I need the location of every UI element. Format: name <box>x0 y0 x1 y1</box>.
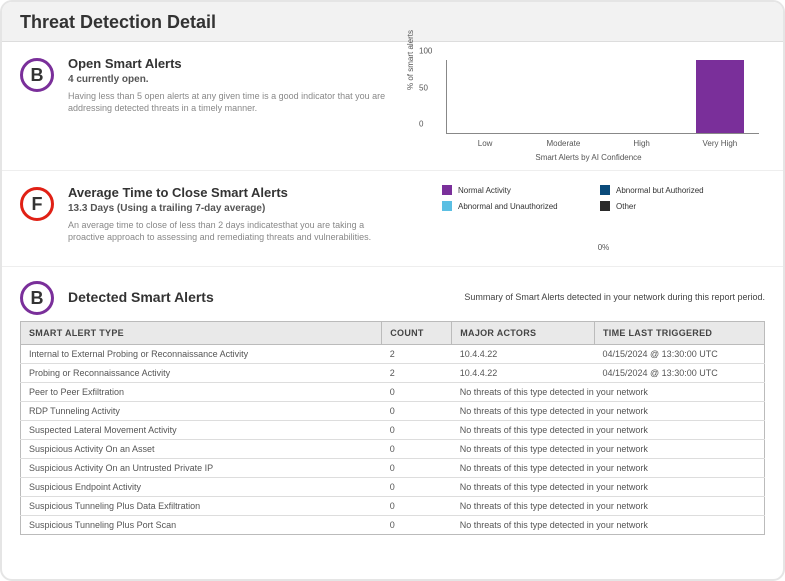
col-actors: MAJOR ACTORS <box>452 322 595 345</box>
chart-xlabel: Low <box>446 139 524 148</box>
table-row: Suspicious Tunneling Plus Data Exfiltrat… <box>21 497 765 516</box>
table-row: Internal to External Probing or Reconnai… <box>21 345 765 364</box>
legend-swatch <box>442 201 452 211</box>
legend-label: Normal Activity <box>458 186 511 195</box>
table-row: Peer to Peer Exfiltration0No threats of … <box>21 383 765 402</box>
chart-xlabel: Very High <box>681 139 759 148</box>
table-row: Probing or Reconnaissance Activity210.4.… <box>21 364 765 383</box>
page-header: Threat Detection Detail <box>2 2 783 42</box>
chart-xlabel: Moderate <box>524 139 602 148</box>
open-alerts-title: Open Smart Alerts <box>68 56 398 71</box>
grade-badge-open: B <box>20 58 54 92</box>
col-alert-type: SMART ALERT TYPE <box>21 322 382 345</box>
detected-alerts-summary: Summary of Smart Alerts detected in your… <box>464 292 765 302</box>
chart-ylabel: % of smart alerts <box>406 30 415 90</box>
detected-alerts-header: B Detected Smart Alerts Summary of Smart… <box>2 267 783 321</box>
legend-swatch <box>600 185 610 195</box>
table-row: Suspicious Endpoint Activity0No threats … <box>21 478 765 497</box>
table-row: Suspicious Tunneling Plus Port Scan0No t… <box>21 516 765 535</box>
activity-legend: Normal Activity Abnormal but Authorized Ab… <box>442 185 765 211</box>
chart-xlabel: High <box>603 139 681 148</box>
chart-title: Smart Alerts by AI Confidence <box>412 153 765 162</box>
legend-label: Other <box>616 202 636 211</box>
chart-ytick: 50 <box>419 83 428 92</box>
avg-close-desc: An average time to close of less than 2 … <box>68 220 398 243</box>
legend-item: Abnormal but Authorized <box>600 185 740 195</box>
table-row: Suspicious Activity On an Untrusted Priv… <box>21 459 765 478</box>
open-alerts-subtitle: 4 currently open. <box>68 74 398 85</box>
legend-label: Abnormal but Authorized <box>616 186 704 195</box>
chart-ytick: 100 <box>419 47 432 56</box>
legend-swatch <box>442 185 452 195</box>
detected-alerts-table: SMART ALERT TYPE COUNT MAJOR ACTORS TIME… <box>20 321 765 535</box>
page-title: Threat Detection Detail <box>20 12 765 33</box>
chart-bar <box>696 60 744 133</box>
open-alerts-section: B Open Smart Alerts 4 currently open. Ha… <box>2 42 783 171</box>
legend-label: Abnormal and Unauthorized <box>458 202 558 211</box>
confidence-bar-chart: % of smart alerts 050100 LowModerateHigh… <box>412 56 765 156</box>
grade-badge-avg: F <box>20 187 54 221</box>
legend-item: Abnormal and Unauthorized <box>442 201 582 211</box>
table-row: Suspicious Activity On an Asset0No threa… <box>21 440 765 459</box>
legend-item: Normal Activity <box>442 185 582 195</box>
col-count: COUNT <box>382 322 452 345</box>
detected-alerts-title: Detected Smart Alerts <box>68 289 214 305</box>
avg-close-title: Average Time to Close Smart Alerts <box>68 185 398 200</box>
table-row: Suspected Lateral Movement Activity0No t… <box>21 421 765 440</box>
donut-center-label: 0% <box>442 243 765 252</box>
avg-close-section: F Average Time to Close Smart Alerts 13.… <box>2 171 783 267</box>
legend-item: Other <box>600 201 740 211</box>
table-row: RDP Tunneling Activity0No threats of thi… <box>21 402 765 421</box>
col-time: TIME LAST TRIGGERED <box>595 322 765 345</box>
avg-close-subtitle: 13.3 Days (Using a trailing 7-day averag… <box>68 203 398 214</box>
grade-badge-detected: B <box>20 281 54 315</box>
open-alerts-desc: Having less than 5 open alerts at any gi… <box>68 91 398 114</box>
chart-ytick: 0 <box>419 120 423 129</box>
legend-swatch <box>600 201 610 211</box>
